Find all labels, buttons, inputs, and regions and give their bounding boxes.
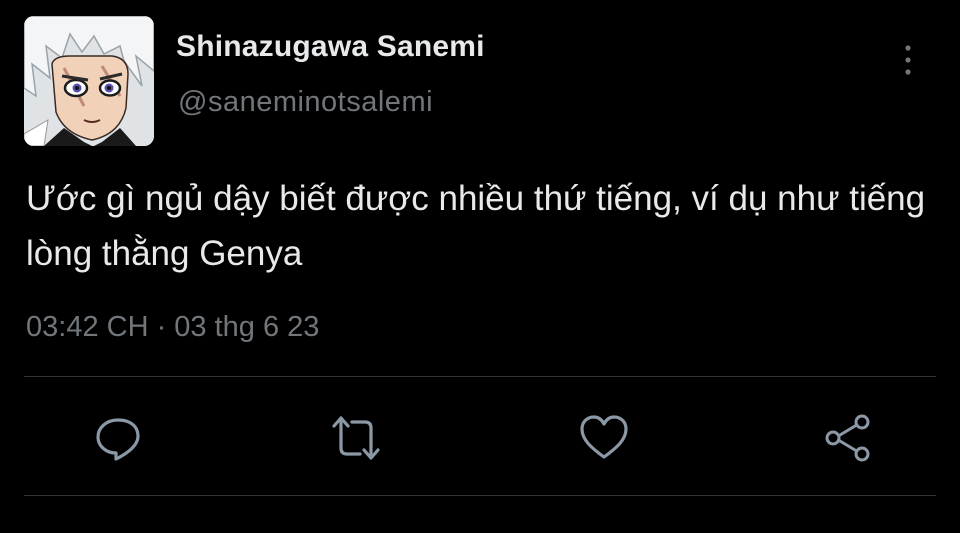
divider: [24, 376, 936, 377]
tweet-card: Shinazugawa Sanemi @saneminotsalemi Ước …: [0, 0, 960, 533]
share-icon: [825, 414, 870, 462]
more-vertical-icon: [905, 45, 911, 75]
share-button[interactable]: [822, 412, 874, 464]
reply-button[interactable]: [92, 412, 144, 464]
like-button[interactable]: [578, 412, 630, 464]
heart-icon: [580, 415, 628, 459]
retweet-button[interactable]: [330, 412, 382, 464]
tweet-timestamp[interactable]: 03:42 CH · 03 thg 6 23: [26, 311, 319, 344]
reply-icon: [96, 418, 140, 461]
tweet-text: Ước gì ngủ dậy biết được nhiều thứ tiếng…: [26, 179, 926, 273]
display-name[interactable]: Shinazugawa Sanemi: [176, 30, 485, 64]
divider: [24, 495, 936, 496]
more-options-button[interactable]: [894, 40, 922, 80]
user-handle[interactable]: @saneminotsalemi: [178, 86, 433, 119]
retweet-icon: [332, 416, 380, 460]
avatar[interactable]: [24, 16, 154, 146]
avatar-image: [24, 16, 154, 146]
